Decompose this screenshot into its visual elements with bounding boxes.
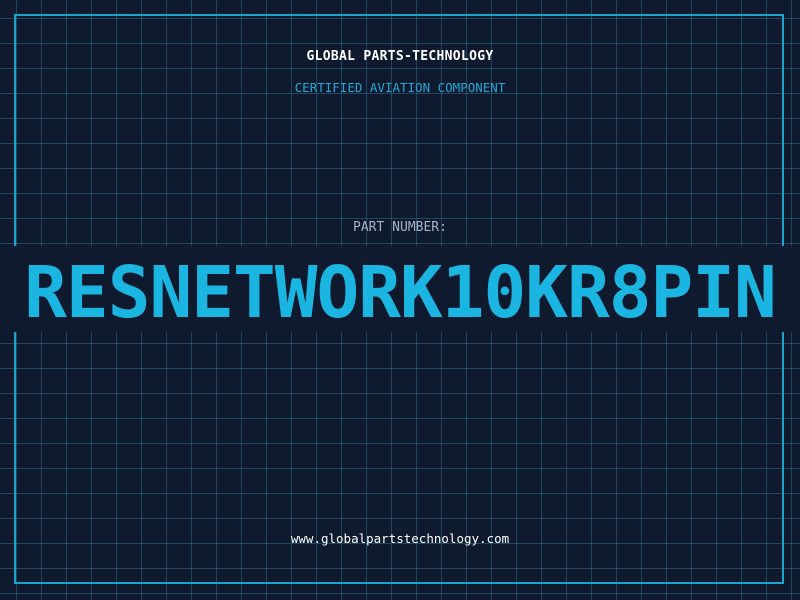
part-number-label: PART NUMBER: bbox=[353, 220, 447, 235]
part-number-value: RESNETWORK10KR8PIN bbox=[24, 257, 776, 329]
website-url: www.globalpartstechnology.com bbox=[290, 531, 510, 546]
certification-subtitle: CERTIFIED AVIATION COMPONENT bbox=[294, 80, 506, 95]
company-name: GLOBAL PARTS-TECHNOLOGY bbox=[306, 49, 494, 64]
part-label-card: GLOBAL PARTS-TECHNOLOGY CERTIFIED AVIATI… bbox=[0, 0, 800, 600]
